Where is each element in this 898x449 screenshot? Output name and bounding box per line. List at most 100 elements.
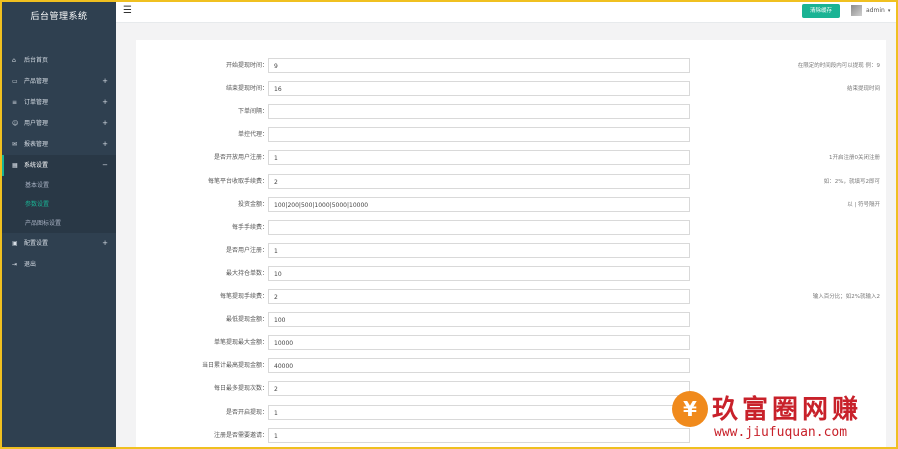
field-label: 是否用户注册： — [225, 246, 268, 254]
sidebar-item-label: 系统设置 — [24, 162, 49, 169]
form-row: 每笔提现手续费： 2 输入百分比；如2%就输入2 — [136, 289, 886, 305]
field-hint: 以 | 符号隔开 — [847, 201, 880, 208]
sidebar-item-label: 订单管理 — [24, 99, 49, 106]
field-label: 每手手续费： — [231, 223, 268, 231]
field-hint: 输入百分比；如2%就输入2 — [812, 294, 880, 300]
sidebar: 后台管理系统 ⌂ 后台首页 ▭ 产品管理 + ≡ 订单管理 + ☺ 用户管理 + ✉ 报表管理 + ▦ 系统设… — [2, 2, 116, 447]
sidebar-subitem[interactable]: 产品图标设置 — [2, 214, 116, 233]
form-row: 开始提现时间： 9 在限定的时间段内可以提现 例：9 — [136, 58, 886, 74]
expand-icon: + — [102, 98, 108, 106]
field-label: 每日最多提现次数： — [213, 385, 268, 393]
sidebar-nav: ⌂ 后台首页 ▭ 产品管理 + ≡ 订单管理 + ☺ 用户管理 + ✉ 报表管理 + ▦ 系统设置 − 基本设置参… — [2, 50, 116, 275]
top-bar: ☰ 清除缓存 admin ▾ — [116, 2, 896, 23]
field-input[interactable]: 16 — [268, 81, 690, 97]
sidebar-item[interactable]: ≡ 订单管理 + — [2, 92, 116, 113]
sidebar-item[interactable]: ☺ 用户管理 + — [2, 113, 116, 134]
expand-icon: + — [102, 119, 108, 127]
monitor-icon: ▭ — [12, 78, 18, 85]
sidebar-item[interactable]: ▦ 系统设置 − — [2, 155, 116, 176]
field-label: 单笔提现最大金额： — [213, 339, 268, 347]
form-row: 最低提现金额： 100 — [136, 312, 886, 328]
field-label: 最大持仓单数： — [225, 269, 268, 277]
expand-icon: + — [102, 140, 108, 148]
watermark-logo: ¥ — [672, 391, 708, 427]
user-menu[interactable]: admin ▾ — [851, 5, 890, 17]
sidebar-item-label: 后台首页 — [24, 57, 49, 64]
field-input[interactable]: 2 — [268, 173, 690, 189]
form-row: 单控代理： — [136, 127, 886, 143]
field-label: 注册是否需要邀请： — [213, 431, 268, 439]
user-name: admin — [866, 7, 885, 14]
home-icon: ⌂ — [12, 57, 16, 64]
sidebar-item[interactable]: ⌂ 后台首页 — [2, 50, 116, 71]
field-input[interactable]: 100 — [268, 312, 690, 328]
form-row: 投资金额： 100|200|500|1000|5000|10000 以 | 符号隔开 — [136, 196, 886, 213]
field-hint: 1开启注册0关闭注册 — [829, 155, 880, 162]
logout-icon: ⇥ — [12, 261, 18, 268]
expand-icon: + — [102, 77, 108, 85]
form-row: 当日累计最高提现金额： 40000 — [136, 358, 886, 374]
form-row: 下单间隔： — [136, 104, 886, 120]
sidebar-item[interactable]: ▣ 配置设置 + — [2, 233, 116, 254]
field-input[interactable]: 1 — [268, 427, 690, 443]
app-title: 后台管理系统 — [30, 12, 88, 22]
field-input[interactable]: 10000 — [268, 335, 690, 351]
form-row: 是否开放用户注册： 1 1开启注册0关闭注册 — [136, 150, 886, 166]
clear-cache-button[interactable]: 清除缓存 — [802, 4, 840, 18]
field-label: 每笔平台收取手续费： — [207, 177, 268, 185]
sidebar-subitem[interactable]: 参数设置 — [2, 195, 116, 214]
sidebar-item[interactable]: ✉ 报表管理 + — [2, 134, 116, 155]
field-label: 是否开启提现： — [225, 408, 268, 416]
sidebar-item-label: 用户管理 — [24, 120, 49, 127]
field-label: 下单间隔： — [237, 108, 268, 116]
field-input[interactable]: 1 — [268, 404, 690, 420]
field-input[interactable] — [268, 127, 690, 143]
field-input[interactable]: 1 — [268, 150, 690, 166]
field-label: 是否开放用户注册： — [213, 154, 268, 162]
form-row: 单笔提现最大金额： 10000 — [136, 335, 886, 351]
field-input[interactable]: 1 — [268, 242, 690, 258]
sidebar-item[interactable]: ▭ 产品管理 + — [2, 71, 116, 92]
form-row: 每笔平台收取手续费： 2 如：2%，就填写2即可 — [136, 173, 886, 190]
watermark: ¥ 玖富圈网赚 www.jiufuquan.com — [666, 385, 896, 447]
field-label: 单控代理： — [237, 131, 268, 139]
field-label: 开始提现时间： — [225, 62, 268, 69]
field-label: 投资金额： — [237, 200, 268, 208]
expand-icon: + — [102, 239, 108, 247]
image-icon: ▣ — [12, 240, 18, 247]
avatar — [851, 5, 862, 16]
sidebar-item-label: 配置设置 — [24, 240, 49, 247]
app-frame: 后台管理系统 ⌂ 后台首页 ▭ 产品管理 + ≡ 订单管理 + ☺ 用户管理 + ✉ 报表管理 + ▦ 系统设… — [2, 2, 896, 447]
field-label: 当日累计最高提现金额： — [201, 362, 268, 370]
field-hint: 结束提现时间 — [846, 86, 880, 93]
field-input[interactable] — [268, 104, 690, 120]
form-row: 每手手续费： — [136, 219, 886, 236]
sidebar-item[interactable]: ⇥ 退出 — [2, 254, 116, 275]
field-input[interactable]: 9 — [268, 58, 690, 73]
form-row: 最大持仓单数： 10 — [136, 265, 886, 282]
watermark-title: 玖富圈网赚 — [712, 395, 863, 425]
sidebar-subitem[interactable]: 基本设置 — [2, 176, 116, 195]
field-input[interactable]: 2 — [268, 289, 690, 304]
field-label: 最低提现金额： — [225, 316, 268, 324]
list-icon: ≡ — [12, 99, 18, 106]
users-icon: ☺ — [12, 120, 19, 127]
field-input[interactable]: 40000 — [268, 358, 690, 374]
menu-toggle-icon[interactable]: ☰ — [123, 5, 132, 16]
form-row: 是否用户注册： 1 — [136, 242, 886, 259]
sidebar-item-label: 产品管理 — [24, 78, 49, 85]
field-hint: 在限定的时间段内可以提现 例：9 — [797, 63, 880, 69]
table-icon: ▦ — [12, 162, 18, 169]
field-input[interactable]: 10 — [268, 265, 690, 281]
sidebar-item-label: 报表管理 — [24, 141, 49, 148]
field-input[interactable] — [268, 219, 690, 235]
sidebar-item-label: 退出 — [24, 261, 37, 268]
caret-down-icon: ▾ — [887, 8, 891, 14]
form-row: 结束提现时间： 16 结束提现时间 — [136, 81, 886, 97]
field-input[interactable]: 100|200|500|1000|5000|10000 — [268, 196, 690, 212]
field-hint: 如：2%，就填写2即可 — [823, 178, 880, 185]
field-input[interactable]: 2 — [268, 381, 690, 397]
watermark-url: www.jiufuquan.com — [714, 425, 848, 440]
field-label: 结束提现时间： — [225, 85, 268, 93]
field-label: 每笔提现手续费： — [219, 293, 268, 300]
